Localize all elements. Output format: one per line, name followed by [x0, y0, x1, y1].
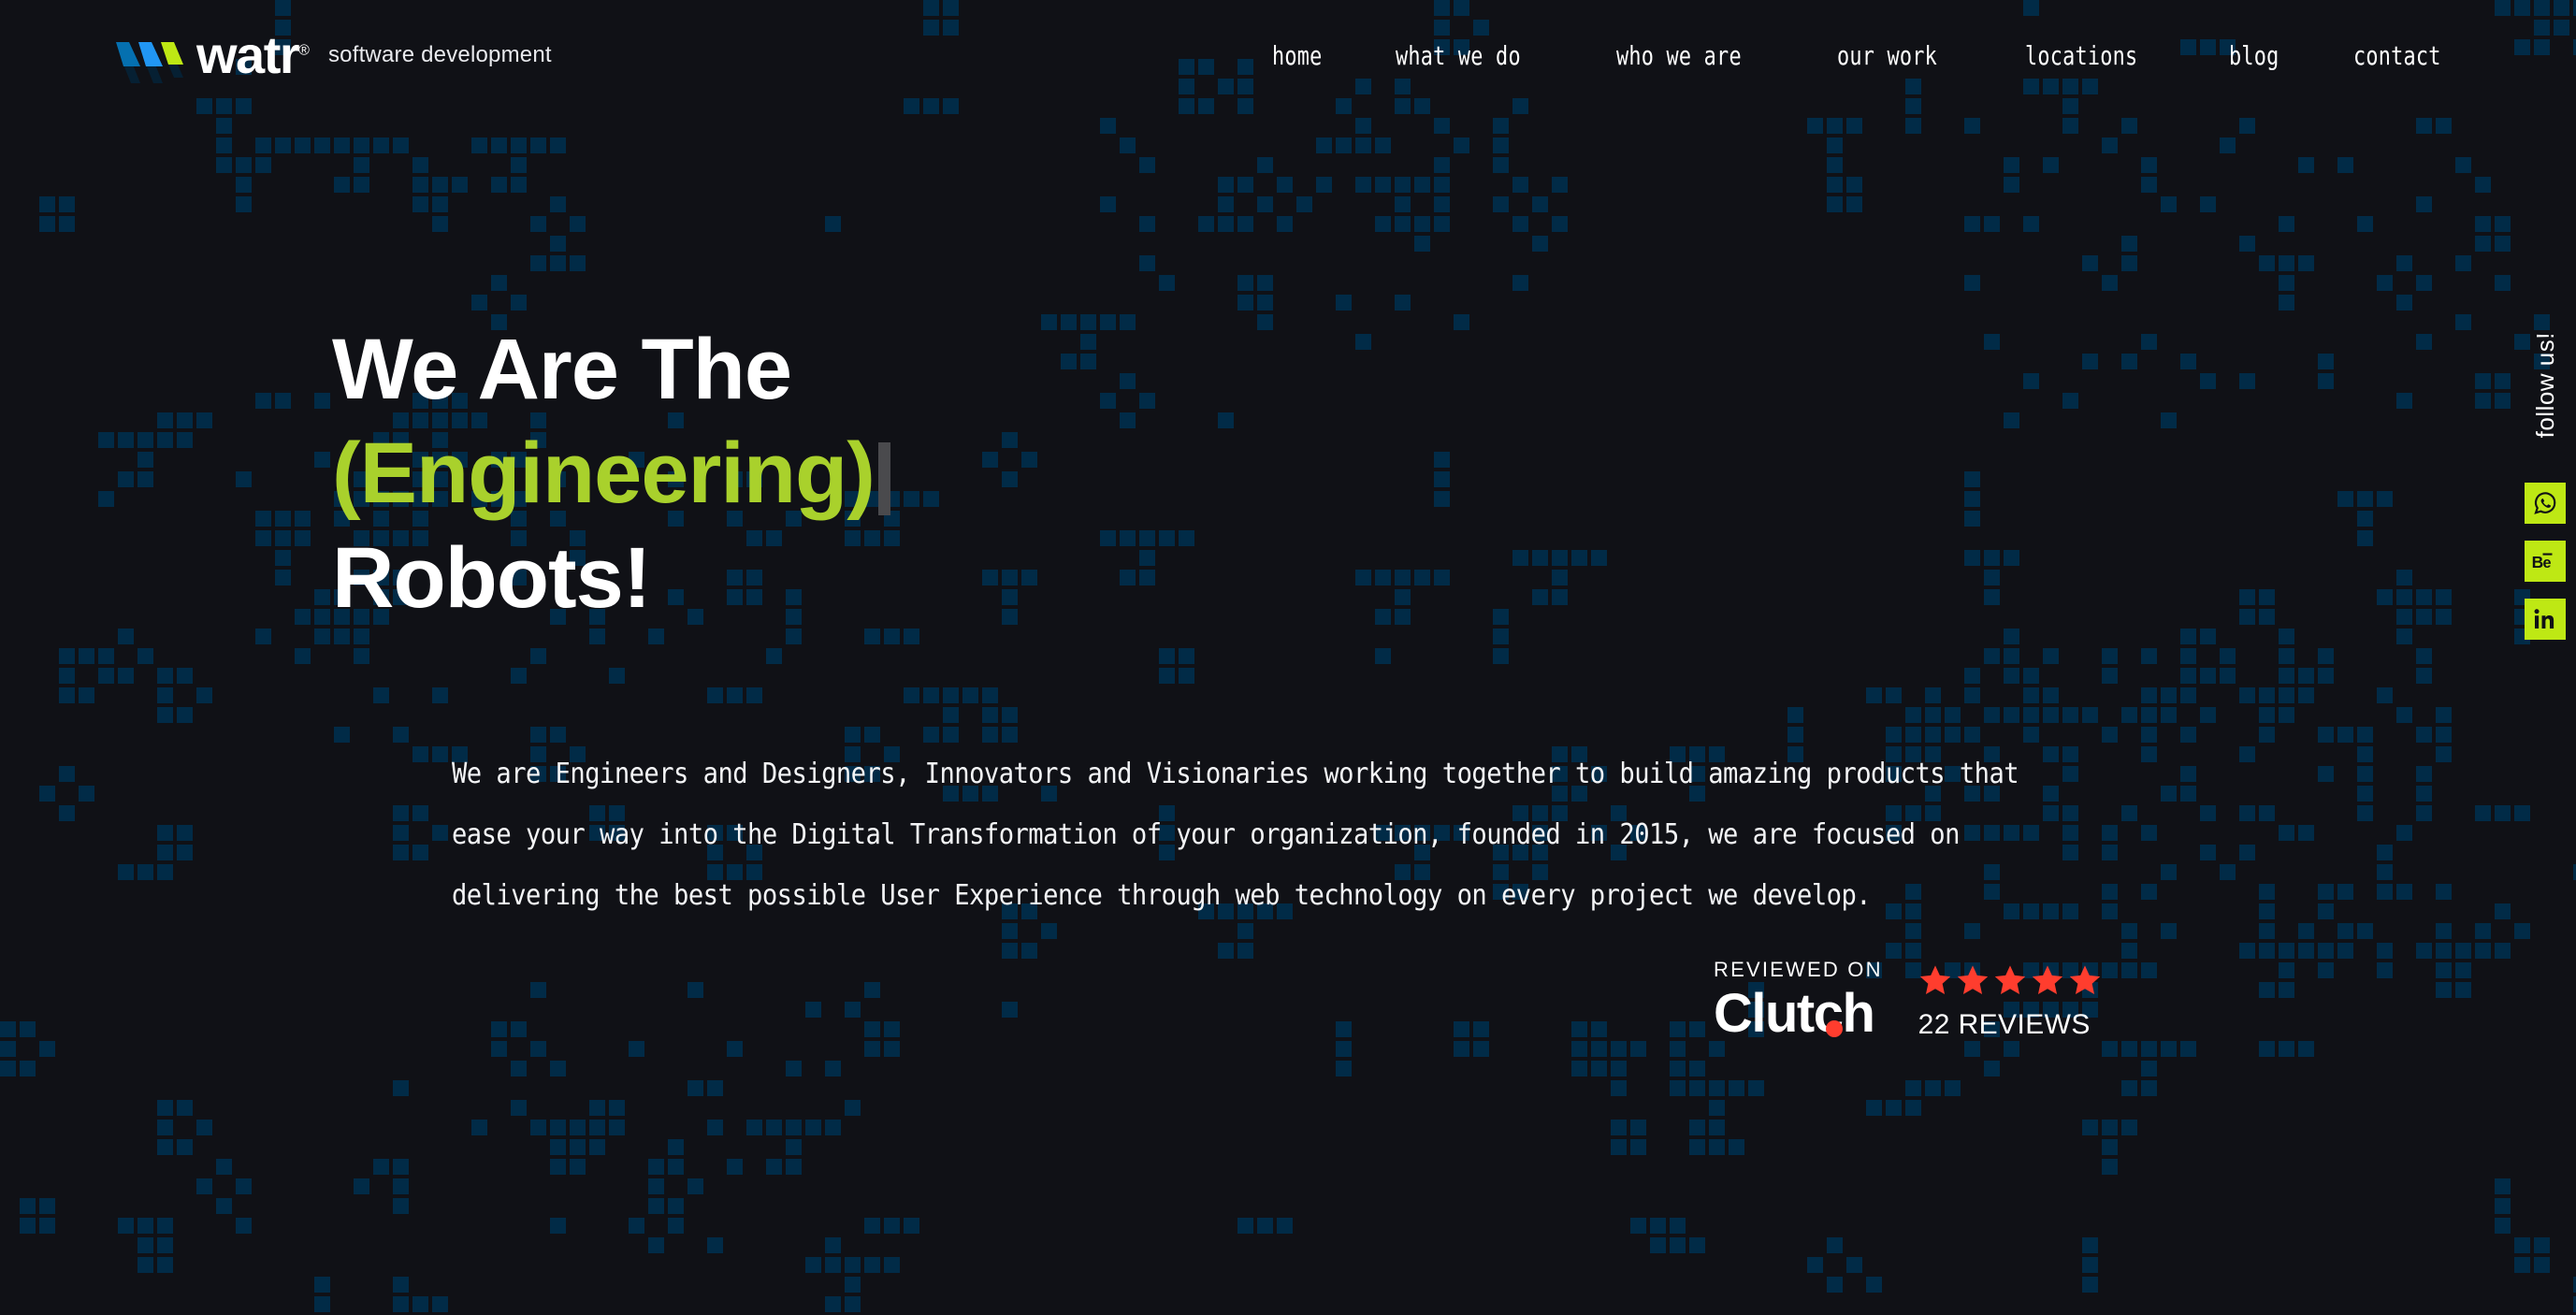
clutch-reviewed-on-label: REVIEWED ON	[1714, 958, 1883, 981]
clutch-logo: Clutch	[1714, 987, 1883, 1041]
star-icon	[2032, 965, 2062, 994]
nav-item-what-we-do[interactable]: what we do	[1396, 31, 1521, 80]
clutch-dot-icon	[1826, 1020, 1843, 1037]
star-icon	[2069, 965, 2100, 994]
nav-item-blog[interactable]: blog	[2229, 31, 2279, 80]
follow-us-label: follow us!	[2530, 332, 2559, 439]
typing-caret-icon	[877, 442, 890, 516]
social-link-behance[interactable]: B e	[2525, 541, 2566, 583]
page-root: watr® software development home what we …	[0, 0, 2576, 1315]
page-title: We Are The (Engineering) Robots!	[332, 318, 890, 630]
star-icon	[1957, 965, 1988, 994]
nav-item-who-we-are[interactable]: who we are	[1616, 31, 1742, 80]
star-rating	[1918, 963, 2102, 997]
background-pixel-map	[0, 0, 2576, 1315]
heading-line-2: (Engineering)	[332, 422, 890, 526]
star-icon	[1919, 965, 1950, 994]
linkedin-icon	[2534, 609, 2554, 629]
nav-item-home[interactable]: home	[1272, 31, 1323, 80]
clutch-brand-block: REVIEWED ON Clutch	[1714, 958, 1883, 1041]
svg-text:B: B	[2532, 553, 2544, 571]
site-header: watr® software development home what we …	[0, 0, 2576, 110]
svg-text:e: e	[2543, 555, 2552, 571]
watr-logo-icon	[112, 29, 183, 83]
hero-paragraph-line-1: We are Engineers and Designers, Innovato…	[452, 758, 2019, 790]
clutch-rating-block: 22 REVIEWS	[1918, 958, 2102, 1041]
hero-paragraph: We are Engineers and Designers, Innovato…	[452, 744, 2145, 926]
hero-paragraph-line-3: delivering the best possible User Experi…	[452, 879, 1872, 913]
logo-tagline: software development	[327, 42, 552, 67]
heading-line-1: We Are The	[332, 322, 792, 417]
clutch-logo-text: Clutch	[1714, 983, 1875, 1044]
clutch-review-count: 22 REVIEWS	[1918, 1009, 2091, 1040]
logo-wordmark: watr®	[196, 29, 310, 81]
nav-item-contact[interactable]: contact	[2353, 31, 2441, 80]
main-navigation: home what we do who we are our work loca…	[1272, 31, 2466, 80]
follow-us-rail: follow us! B e	[2514, 332, 2576, 657]
whatsapp-icon	[2534, 492, 2556, 515]
nav-item-locations[interactable]: locations	[2025, 31, 2137, 80]
registered-mark: ®	[298, 42, 310, 59]
behance-icon: B e	[2532, 553, 2553, 571]
social-link-whatsapp[interactable]	[2525, 483, 2566, 525]
heading-line-3: Robots!	[332, 529, 651, 626]
nav-item-our-work[interactable]: our work	[1837, 31, 1937, 80]
star-icon	[1994, 965, 2025, 994]
clutch-review-badge[interactable]: REVIEWED ON Clutch 22 REVIEWS	[1714, 958, 2102, 1041]
brand-logo[interactable]: watr® software development	[112, 0, 552, 110]
logo-wordmark-text: watr	[196, 25, 300, 84]
social-link-linkedin[interactable]	[2525, 599, 2566, 641]
hero-heading-block: We Are The (Engineering) Robots!	[332, 318, 890, 630]
hero-paragraph-line-2: ease your way into the Digital Transform…	[452, 818, 1960, 852]
heading-accent-word: (Engineering)	[332, 426, 876, 522]
